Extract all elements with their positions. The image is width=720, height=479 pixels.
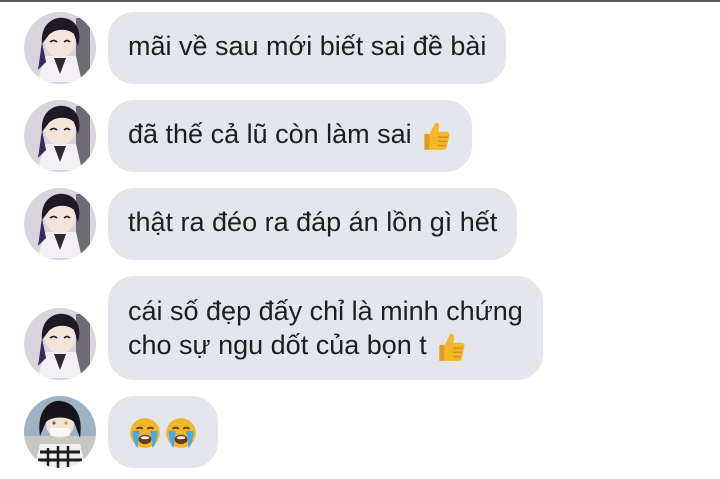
message-text: mãi về sau mới biết sai đề bài — [128, 31, 487, 61]
message-row: đã thế cả lũ còn làm sai — [0, 100, 720, 172]
message-bubble[interactable]: cái số đẹp đấy chỉ là minh chứng cho sự … — [108, 276, 543, 380]
avatar[interactable] — [24, 100, 96, 172]
thumbs-up-icon — [433, 330, 467, 364]
message-row: mãi về sau mới biết sai đề bài — [0, 12, 720, 84]
avatar[interactable] — [24, 308, 96, 380]
message-text: cái số đẹp đấy chỉ là minh chứng — [128, 296, 523, 326]
loudly-crying-face-icon — [164, 416, 198, 450]
avatar[interactable] — [24, 188, 96, 260]
avatar[interactable] — [24, 396, 96, 468]
top-divider — [0, 0, 720, 2]
avatar[interactable] — [24, 12, 96, 84]
message-text: thật ra đéo ra đáp án lồn gì hết — [128, 207, 498, 237]
message-text: đã thế cả lũ còn làm sai — [128, 117, 452, 153]
message-bubble[interactable]: mãi về sau mới biết sai đề bài — [108, 12, 507, 84]
message-bubble[interactable] — [108, 396, 218, 468]
thumbs-up-icon — [418, 119, 452, 153]
message-bubble[interactable]: thật ra đéo ra đáp án lồn gì hết — [108, 188, 518, 260]
message-text: cho sự ngu dốt của bọn t — [128, 328, 523, 364]
loudly-crying-face-icon — [128, 416, 162, 450]
message-bubble[interactable]: đã thế cả lũ còn làm sai — [108, 100, 472, 172]
message-row — [0, 396, 720, 468]
message-row: thật ra đéo ra đáp án lồn gì hết — [0, 188, 720, 260]
message-row: cái số đẹp đấy chỉ là minh chứng cho sự … — [0, 276, 720, 380]
